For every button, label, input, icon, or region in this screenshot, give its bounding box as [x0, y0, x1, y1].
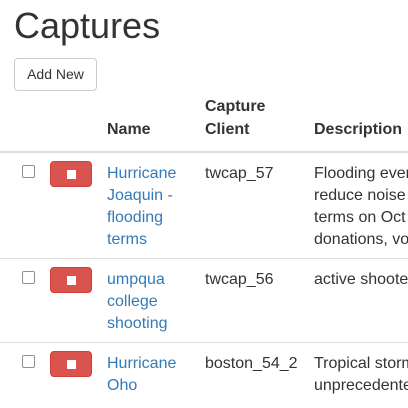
- capture-client: twcap_56: [205, 271, 274, 288]
- captures-page: Captures Add New Name Capture Client Des…: [0, 0, 408, 408]
- stop-capture-button[interactable]: [50, 161, 92, 187]
- capture-client: boston_54_2: [205, 355, 298, 372]
- stop-icon: [67, 170, 76, 179]
- description-line: donations, vo: [314, 231, 408, 248]
- capture-description: Tropical storm unprecedented: [314, 353, 408, 397]
- header-name[interactable]: Name: [107, 118, 151, 141]
- description-line: Flooding events: [314, 165, 408, 182]
- capture-name-link[interactable]: umpqua college shooting: [107, 269, 191, 335]
- header-description[interactable]: Description: [314, 118, 402, 141]
- stop-capture-button[interactable]: [50, 351, 92, 377]
- capture-description: active shooter: [314, 269, 408, 291]
- description-line: terms on Oct: [314, 209, 406, 226]
- capture-description: Flooding events reduce noise terms on Oc…: [314, 163, 408, 251]
- stop-capture-button[interactable]: [50, 267, 92, 293]
- capture-name-link[interactable]: Hurricane Oho: [107, 353, 191, 397]
- table-row: Hurricane Joaquin - flooding terms twcap…: [0, 153, 408, 259]
- description-line: active shooter: [314, 271, 408, 288]
- capture-client: twcap_57: [205, 165, 274, 182]
- description-line: Tropical storm: [314, 355, 408, 372]
- table-row: umpqua college shooting twcap_56 active …: [0, 259, 408, 343]
- page-title: Captures: [14, 5, 161, 46]
- header-capture-client-line2: Client: [205, 121, 250, 138]
- header-capture-client[interactable]: Capture Client: [205, 95, 265, 141]
- header-capture-client-line1: Capture: [205, 98, 266, 115]
- row-select-checkbox[interactable]: [22, 165, 35, 178]
- row-select-checkbox[interactable]: [22, 355, 35, 368]
- stop-icon: [67, 276, 76, 285]
- stop-icon: [67, 360, 76, 369]
- row-select-checkbox[interactable]: [22, 271, 35, 284]
- captures-table: Name Capture Client Description Hurrican…: [0, 96, 408, 408]
- description-line: reduce noise: [314, 187, 406, 204]
- add-new-button[interactable]: Add New: [14, 58, 97, 91]
- table-row: Hurricane Oho boston_54_2 Tropical storm…: [0, 343, 408, 408]
- description-line: unprecedented: [314, 377, 408, 394]
- capture-name-link[interactable]: Hurricane Joaquin - flooding terms: [107, 163, 191, 251]
- table-header: Name Capture Client Description: [0, 96, 408, 153]
